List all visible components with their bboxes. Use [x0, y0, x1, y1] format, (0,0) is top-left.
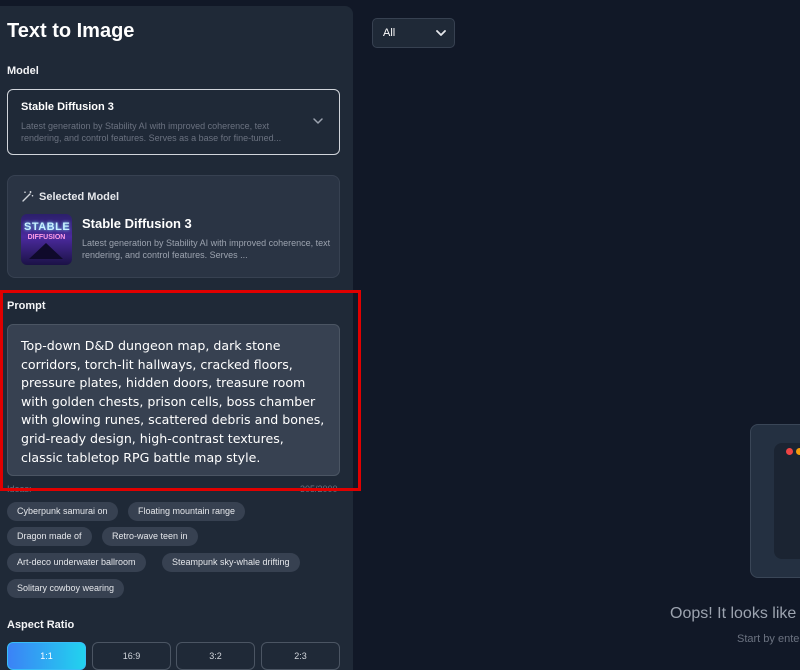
empty-state-subtitle: Start by ente	[737, 633, 800, 645]
idea-chip[interactable]: Floating mountain range	[128, 502, 246, 521]
page-title: Text to Image	[7, 20, 135, 42]
selected-model-description: Latest generation by Stability AI with i…	[82, 238, 331, 260]
selected-model-header: Selected Model	[21, 190, 119, 203]
thumbnail-mountain	[29, 243, 63, 259]
idea-chip[interactable]: Art-deco underwater ballroom	[7, 553, 146, 572]
model-label: Model	[7, 65, 39, 77]
magic-wand-icon	[22, 191, 34, 202]
model-thumbnail: STABLE DIFFUSION	[21, 214, 72, 265]
model-select-name: Stable Diffusion 3	[21, 101, 114, 113]
window-dot-red	[786, 448, 793, 455]
idea-chip[interactable]: Retro-wave teen in	[102, 527, 198, 546]
thumbnail-subtitle: DIFFUSION	[27, 234, 66, 241]
selected-model-card: Selected Model STABLE DIFFUSION Stable D…	[7, 175, 340, 278]
model-select-description: Latest generation by Stability AI with i…	[21, 121, 282, 143]
model-select[interactable]: Stable Diffusion 3 Latest generation by …	[7, 89, 340, 155]
window-dot-yellow	[796, 448, 800, 455]
thumbnail-title: STABLE	[24, 221, 71, 233]
aspect-ratio-3-2[interactable]: 3:2	[176, 642, 255, 670]
idea-chip[interactable]: Dragon made of	[7, 527, 92, 546]
aspect-ratio-16-9[interactable]: 16:9	[92, 642, 171, 670]
idea-chip[interactable]: Solitary cowboy wearing	[7, 579, 125, 598]
filter-value: All	[383, 27, 396, 39]
empty-state-illustration	[750, 424, 800, 578]
aspect-ratio-label: Aspect Ratio	[7, 619, 75, 631]
empty-state-title: Oops! It looks like	[670, 605, 797, 622]
aspect-ratio-2-3[interactable]: 2:3	[261, 642, 340, 670]
selected-model-header-label: Selected Model	[39, 190, 120, 203]
gallery-filter-select[interactable]: All	[372, 18, 455, 48]
aspect-ratio-1-1[interactable]: 1:1	[7, 642, 86, 670]
chevron-down-icon	[313, 118, 323, 124]
browser-window-shape	[774, 443, 800, 559]
prompt-highlight-frame	[0, 290, 361, 491]
caret-down-icon	[436, 30, 446, 36]
selected-model-name: Stable Diffusion 3	[82, 216, 192, 231]
idea-chip[interactable]: Cyberpunk samurai on	[7, 502, 118, 521]
idea-chip[interactable]: Steampunk sky-whale drifting	[162, 553, 300, 572]
